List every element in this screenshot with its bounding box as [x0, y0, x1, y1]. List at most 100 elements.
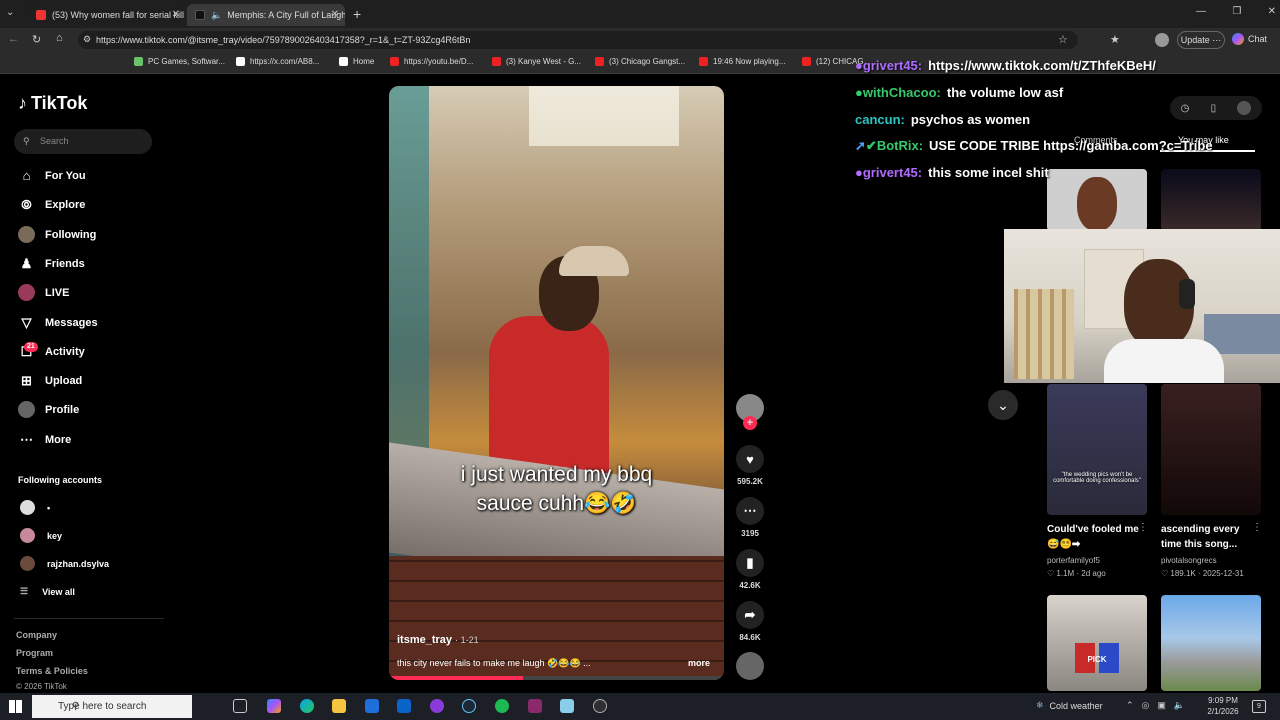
- extensions-icon[interactable]: ★: [1110, 33, 1120, 46]
- nav-live[interactable]: LIVE: [18, 284, 69, 301]
- webcam-chair: [1014, 289, 1074, 379]
- tab-tiktok[interactable]: 🔈 Memphis: A City Full of Laugh ✕: [187, 4, 345, 26]
- author-name[interactable]: itsme_tray: [397, 634, 452, 646]
- nav-explore[interactable]: ⦾ Explore: [18, 196, 85, 213]
- bookmark-item[interactable]: Home: [339, 57, 374, 66]
- copilot-chat-button[interactable]: Chat: [1232, 33, 1267, 45]
- notification-icon[interactable]: 9: [1252, 700, 1266, 713]
- bookmark-item[interactable]: https://x.com/AB8...: [236, 57, 319, 66]
- clock-icon[interactable]: ◷: [1181, 103, 1190, 114]
- card-menu-icon[interactable]: ⋮: [1252, 522, 1262, 533]
- search-input[interactable]: ⚲ Search: [14, 129, 152, 154]
- close-window-icon[interactable]: ✕: [1268, 6, 1276, 17]
- follow-plus-icon[interactable]: +: [743, 416, 757, 430]
- tiktok-logo[interactable]: ♪ TikTok: [18, 93, 87, 114]
- obs-icon[interactable]: [593, 699, 607, 713]
- store-icon[interactable]: [365, 699, 379, 713]
- home-icon[interactable]: ⌂: [56, 32, 63, 44]
- save-button[interactable]: ▮ 42.6K: [735, 549, 765, 590]
- sound-avatar[interactable]: [735, 652, 765, 684]
- weather-widget[interactable]: ❄ Cold weather: [1036, 700, 1103, 711]
- bookmark-item[interactable]: (3) Kanye West - G...: [492, 57, 581, 66]
- site-info-icon[interactable]: ⚙: [83, 34, 91, 45]
- nav-upload[interactable]: ⊞ Upload: [18, 372, 82, 389]
- file-explorer-icon[interactable]: [332, 699, 346, 713]
- view-all-link[interactable]: ☰ View all: [20, 586, 75, 597]
- thumbnail-6[interactable]: [1161, 595, 1261, 691]
- windows-start-icon[interactable]: [9, 700, 22, 713]
- taskbar-search-input[interactable]: ⚲ Type here to search: [32, 695, 192, 718]
- profile-avatar[interactable]: [1155, 33, 1169, 47]
- creator-avatar[interactable]: +: [735, 394, 765, 430]
- copilot-icon[interactable]: [267, 699, 281, 713]
- mic-icon[interactable]: ◎: [1142, 700, 1150, 711]
- post-date: · 1-21: [455, 635, 479, 645]
- nav-friends[interactable]: ♟ Friends: [18, 255, 85, 272]
- card-user[interactable]: pivotalsongrecs: [1161, 556, 1217, 565]
- card-user[interactable]: porterfamilyof5: [1047, 556, 1100, 565]
- video-player[interactable]: i just wanted my bbq sauce cuhh😂🤣 itsme_…: [389, 86, 724, 680]
- footer-terms[interactable]: Terms & Policies: [16, 666, 88, 676]
- following-account[interactable]: •: [20, 500, 50, 515]
- thumbnail-5[interactable]: PICK: [1047, 595, 1147, 691]
- bookmark-item[interactable]: PC Games, Softwar...: [134, 57, 225, 66]
- nav-messages[interactable]: ▽ Messages: [18, 314, 98, 331]
- chat-message: https://www.tiktok.com/t/ZThfeKBeH/: [928, 58, 1156, 73]
- nav-label: Following: [45, 228, 97, 241]
- nav-profile[interactable]: Profile: [18, 401, 79, 418]
- bookmark-item[interactable]: https://youtu.be/D...: [390, 57, 473, 66]
- bookmark-item[interactable]: (3) Chicago Gangst...: [595, 57, 685, 66]
- nav-for-you[interactable]: ⌂ For You: [18, 167, 86, 184]
- thumbnail-3[interactable]: "the wedding pics won't be comfortable d…: [1047, 384, 1147, 515]
- weather-label: Cold weather: [1049, 700, 1103, 711]
- task-view-icon[interactable]: [233, 699, 247, 713]
- update-button[interactable]: Update ⋯: [1177, 31, 1225, 49]
- edge-icon[interactable]: [300, 699, 314, 713]
- following-account[interactable]: rajzhan.dsylva: [20, 556, 109, 571]
- profile-icon[interactable]: [1237, 101, 1252, 115]
- tab-youtube[interactable]: (53) Why women fall for serial kill ✕: [28, 4, 186, 26]
- card-title[interactable]: ascending every time this song...: [1161, 522, 1253, 552]
- app-icon[interactable]: [430, 699, 444, 713]
- close-tab-icon[interactable]: ✕: [172, 9, 180, 20]
- thumbnail-1[interactable]: [1047, 169, 1147, 231]
- thumbnail-4[interactable]: [1161, 384, 1261, 515]
- card-menu-icon[interactable]: ⋮: [1138, 522, 1148, 533]
- comment-button[interactable]: ⋯ 3195: [735, 497, 765, 538]
- profile-avatar: [18, 401, 35, 418]
- bookmark-item[interactable]: 19:46 Now playing...: [699, 57, 786, 66]
- tab-list-chevron-icon[interactable]: ⌄: [6, 7, 20, 21]
- notepad-icon[interactable]: [560, 699, 574, 713]
- minimize-icon[interactable]: —: [1196, 6, 1206, 17]
- chat-message: psychos as women: [910, 112, 1031, 127]
- favorite-star-icon[interactable]: ☆: [1058, 33, 1068, 46]
- url-bar[interactable]: https://www.tiktok.com/@itsme_tray/video…: [78, 31, 1078, 49]
- reload-icon[interactable]: ↻: [32, 33, 41, 46]
- next-video-button[interactable]: ⌄: [988, 390, 1018, 420]
- clock[interactable]: 9:09 PM 2/1/2026: [1200, 695, 1246, 717]
- nav-more[interactable]: ⋯ More: [18, 431, 71, 448]
- more-link[interactable]: more: [688, 658, 710, 668]
- footer-company[interactable]: Company: [16, 630, 57, 640]
- share-button[interactable]: ➦ 84.6K: [735, 601, 765, 642]
- volume-icon[interactable]: 🔈: [1174, 700, 1185, 711]
- nav-following[interactable]: Following: [18, 226, 96, 243]
- phone-icon[interactable]: ▯: [1211, 103, 1217, 114]
- update-label: Update: [1180, 35, 1210, 45]
- close-tab-icon[interactable]: ✕: [331, 9, 339, 20]
- winrar-icon[interactable]: [528, 699, 542, 713]
- steam-icon[interactable]: [462, 699, 476, 713]
- spotify-icon[interactable]: [495, 699, 509, 713]
- chevron-up-icon[interactable]: ⌃: [1126, 700, 1134, 711]
- maximize-icon[interactable]: ❐: [1232, 6, 1241, 17]
- following-account[interactable]: key: [20, 528, 62, 543]
- outlook-icon[interactable]: [397, 699, 411, 713]
- new-tab-plus-icon[interactable]: +: [353, 6, 361, 22]
- card-title[interactable]: Could've fooled me 😅😵‍💫➡: [1047, 522, 1139, 552]
- network-icon[interactable]: ▣: [1157, 700, 1166, 711]
- like-button[interactable]: ♥ 595.2K: [735, 445, 765, 486]
- thumbnail-2[interactable]: [1161, 169, 1261, 231]
- footer-program[interactable]: Program: [16, 648, 53, 658]
- back-icon[interactable]: ←: [8, 33, 19, 45]
- progress-bar[interactable]: [389, 676, 724, 680]
